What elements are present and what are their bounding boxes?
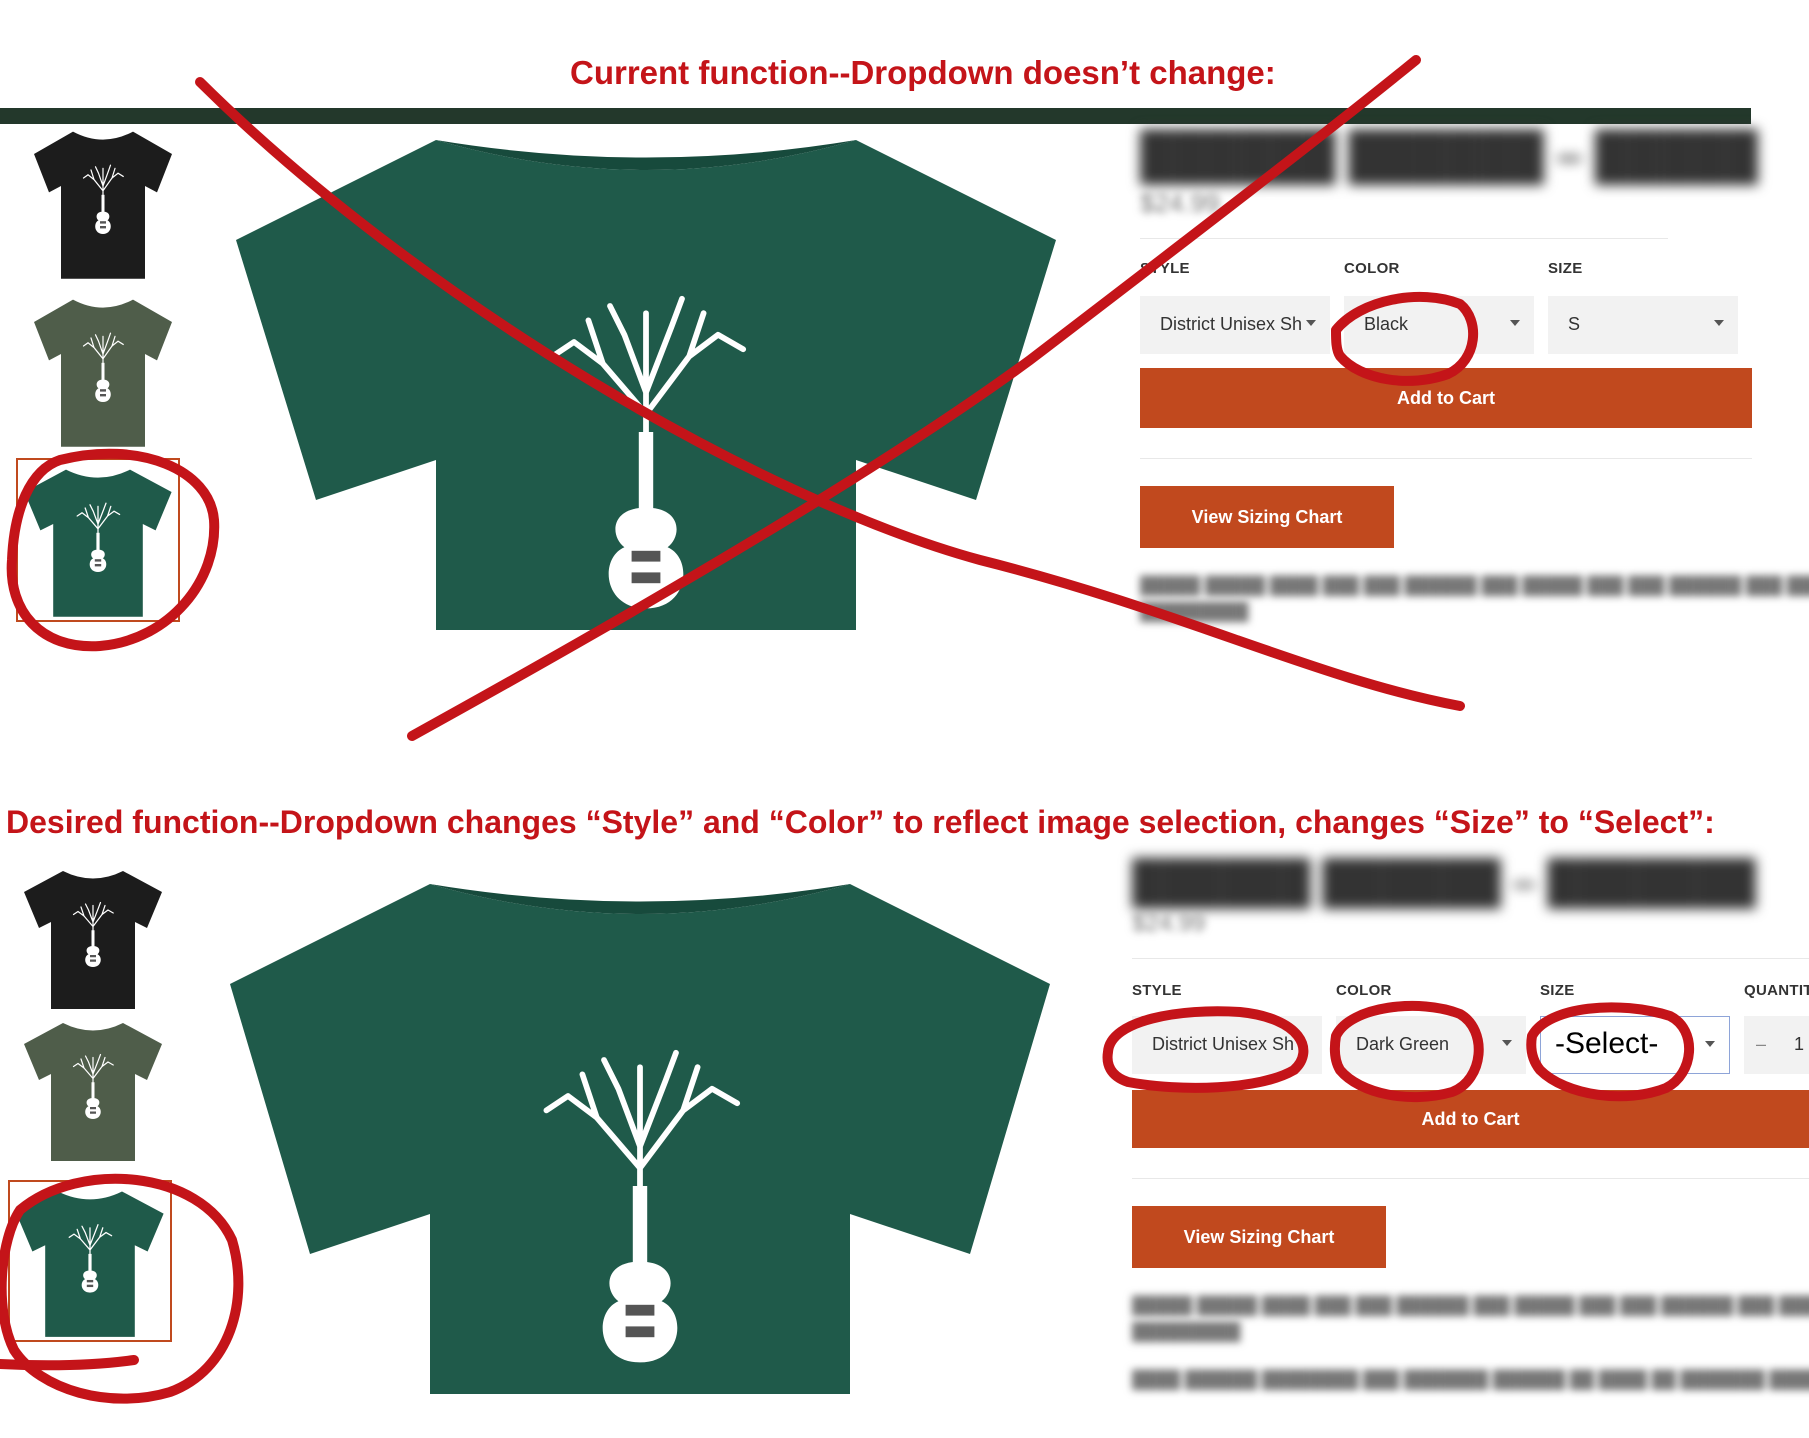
current-color-dropdown[interactable]: Black: [1344, 296, 1534, 354]
current-style-label: STYLE: [1140, 260, 1190, 277]
desired-description-blurred-3: ████ ██████ ████████ ███ ███████ ██████ …: [1132, 1370, 1809, 1389]
current-thumbnail-olive[interactable]: [28, 290, 178, 450]
current-price-blurred: $24.99: [1140, 188, 1220, 218]
desired-size-dropdown[interactable]: -Select-: [1540, 1016, 1730, 1074]
current-thumbnail-dark-green[interactable]: [16, 458, 180, 622]
current-view-sizing-chart-button[interactable]: View Sizing Chart: [1140, 486, 1394, 548]
desired-quantity-stepper[interactable]: – 1: [1744, 1016, 1809, 1074]
current-product-title-blurred: ██████ ██████ – █████: [1140, 129, 1758, 181]
chevron-down-icon: [1306, 320, 1316, 326]
current-add-to-cart-button[interactable]: Add to Cart: [1140, 368, 1752, 428]
underline-desired-thumbnail: [0, 1355, 139, 1371]
current-divider: [1140, 238, 1668, 239]
desired-description-blurred: █████ █████ ████ ███ ███ ██████ ███ ████…: [1132, 1296, 1809, 1315]
chevron-down-icon: [1705, 1041, 1715, 1047]
desired-divider-2: [1132, 1178, 1809, 1179]
desired-description-blurred-2: █████████: [1132, 1322, 1241, 1341]
current-style-value: District Unisex Sh: [1160, 314, 1303, 334]
current-color-value: Black: [1364, 314, 1409, 334]
desired-price-blurred: $24.99: [1132, 910, 1206, 937]
desired-thumbnail-olive[interactable]: [18, 1014, 168, 1174]
current-main-product-image: [236, 120, 1056, 630]
quantity-minus-button[interactable]: –: [1756, 1034, 1766, 1055]
desired-divider: [1132, 958, 1809, 959]
desired-product-title-blurred: ██████ ██████ – ███████: [1132, 858, 1756, 905]
desired-style-value: District Unisex Sh: [1152, 1034, 1295, 1054]
desired-color-label: COLOR: [1336, 982, 1392, 999]
current-style-dropdown[interactable]: District Unisex Sh: [1140, 296, 1330, 354]
desired-color-value: Dark Green: [1356, 1034, 1450, 1054]
bottom-annotation-heading: Desired function--Dropdown changes “Styl…: [6, 804, 1715, 840]
current-description-blurred-2: █████████: [1140, 602, 1249, 621]
current-description-blurred: █████ █████ ████ ███ ███ ██████ ███ ████…: [1140, 576, 1809, 595]
chevron-down-icon: [1502, 1040, 1512, 1046]
desired-size-value: -Select-: [1555, 1027, 1659, 1060]
current-size-value: S: [1568, 314, 1581, 334]
quantity-value[interactable]: 1: [1794, 1034, 1804, 1055]
desired-main-product-image: [230, 864, 1050, 1394]
current-divider-2: [1140, 458, 1752, 459]
current-size-label: SIZE: [1548, 260, 1583, 277]
desired-style-label: STYLE: [1132, 982, 1182, 999]
desired-size-label: SIZE: [1540, 982, 1575, 999]
desired-style-dropdown[interactable]: District Unisex Sh: [1132, 1016, 1322, 1074]
desired-color-dropdown[interactable]: Dark Green: [1336, 1016, 1526, 1074]
desired-quantity-label: QUANTIT: [1744, 982, 1809, 999]
current-size-dropdown[interactable]: S: [1548, 296, 1738, 354]
desired-thumbnail-black[interactable]: [18, 862, 168, 1022]
desired-add-to-cart-button[interactable]: Add to Cart: [1132, 1090, 1809, 1148]
chevron-down-icon: [1714, 320, 1724, 326]
current-thumbnail-black[interactable]: [28, 122, 178, 282]
current-color-label: COLOR: [1344, 260, 1400, 277]
chevron-down-icon: [1510, 320, 1520, 326]
desired-view-sizing-chart-button[interactable]: View Sizing Chart: [1132, 1206, 1386, 1268]
top-annotation-heading: Current function--Dropdown doesn’t chang…: [570, 54, 1276, 91]
desired-thumbnail-dark-green[interactable]: [8, 1180, 172, 1342]
